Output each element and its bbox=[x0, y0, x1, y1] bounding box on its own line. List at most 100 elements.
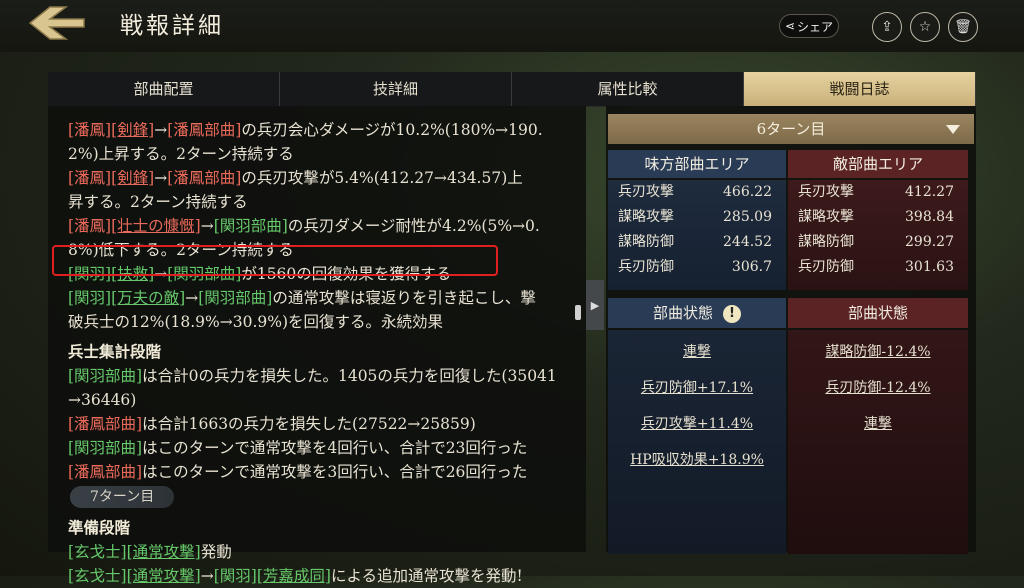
tab-battle-log[interactable]: 戦闘日誌 bbox=[744, 72, 976, 106]
stat-name: 兵刃防御 bbox=[618, 259, 674, 275]
log-text: →36446) bbox=[68, 391, 137, 409]
stat-value: 412.27 bbox=[905, 184, 954, 200]
log-text: の通常攻撃は寝返りを引き起こし、撃 bbox=[272, 289, 536, 307]
skill-link[interactable]: [万夫の敵] bbox=[111, 289, 185, 307]
trash-icon[interactable]: 🗑 bbox=[948, 12, 978, 42]
share-label: シェア bbox=[797, 19, 834, 34]
stat-value: 244.52 bbox=[723, 234, 772, 250]
stat-value: 466.22 bbox=[723, 184, 772, 200]
log-text: 2%)上昇する。2ターン持続する bbox=[68, 145, 294, 163]
status-effect[interactable]: HP吸収効果+18.9% bbox=[608, 442, 786, 478]
log-line: [関羽][万夫の敵]→[関羽部曲]の通常攻撃は寝返りを引き起こし、撃 bbox=[68, 286, 578, 310]
star-icon[interactable]: ☆ bbox=[910, 12, 940, 42]
stat-name: 謀略防御 bbox=[798, 234, 854, 250]
log-text: はこのターンで通常攻撃を4回行い、合計で23回行った bbox=[142, 439, 528, 457]
info-icon[interactable]: ! bbox=[723, 305, 741, 323]
tab-attribute-compare[interactable]: 属性比較 bbox=[512, 72, 744, 106]
log-line: [潘鳳][剣鋒]→[潘鳳部曲]の兵刃会心ダメージが10.2%(180%→190. bbox=[68, 118, 578, 142]
log-text: [潘鳳部曲] bbox=[167, 169, 242, 187]
tab-bar: 部曲配置 技詳細 属性比較 戦闘日誌 bbox=[48, 72, 976, 107]
enemy-status-list: 謀略防御-12.4% 兵刃防御-12.4% 連撃 bbox=[788, 330, 968, 554]
share-icon: ⋖ bbox=[784, 19, 796, 33]
tab-skill-detail[interactable]: 技詳細 bbox=[280, 72, 512, 106]
log-text: [玄戈士] bbox=[68, 543, 127, 561]
section-heading: 準備段階 bbox=[68, 518, 131, 537]
log-text: は合計0の兵力を損失した。1405の兵力を回復した(35041 bbox=[142, 367, 557, 385]
section-heading: 兵士集計段階 bbox=[68, 342, 162, 361]
log-text: [関羽] bbox=[68, 289, 112, 307]
log-line: →36446) bbox=[68, 388, 578, 412]
stat-row: 兵刃防御 301.63 bbox=[788, 255, 968, 280]
log-line: [潘鳳部曲]はこのターンで通常攻撃を3回行い、合計で26回行った bbox=[68, 460, 578, 484]
battle-log-panel[interactable]: [潘鳳][剣鋒]→[潘鳳部曲]の兵刃会心ダメージが10.2%(180%→190.… bbox=[48, 106, 586, 585]
log-text: による追加通常攻撃を発動! bbox=[330, 567, 523, 585]
top-bar: 戦報詳細 ⋖ シェア ⇪ ☆ 🗑 bbox=[0, 0, 1024, 52]
log-text: → bbox=[200, 567, 214, 585]
stat-value: 301.63 bbox=[905, 259, 954, 275]
log-text: 発動 bbox=[200, 543, 232, 561]
skill-link[interactable]: [通常攻撃] bbox=[127, 567, 201, 585]
log-text: [関羽部曲] bbox=[68, 367, 143, 385]
skill-link[interactable]: [剣鋒] bbox=[111, 121, 154, 139]
turn-dropdown-value: 6ターン目 bbox=[756, 120, 826, 138]
ally-status-header: 部曲状態! bbox=[608, 298, 786, 328]
enemy-area-header: 敵部曲エリア bbox=[788, 150, 968, 178]
log-line: 昇する。2ターン持続する bbox=[68, 190, 578, 214]
battle-log-content: [潘鳳][剣鋒]→[潘鳳部曲]の兵刃会心ダメージが10.2%(180%→190.… bbox=[68, 118, 578, 588]
log-line: [関羽部曲]はこのターンで通常攻撃を4回行い、合計で23回行った bbox=[68, 436, 578, 460]
stat-row: 謀略防御 299.27 bbox=[788, 230, 968, 255]
stat-row: 兵刃攻撃 466.22 bbox=[608, 180, 786, 205]
log-text: [玄戈士] bbox=[68, 567, 127, 585]
stat-name: 兵刃攻撃 bbox=[798, 184, 854, 200]
page-title: 戦報詳細 bbox=[120, 13, 224, 39]
turn-dropdown[interactable]: 6ターン目 bbox=[608, 114, 974, 144]
chevron-down-icon bbox=[946, 125, 960, 134]
log-line: [潘鳳][剣鋒]→[潘鳳部曲]の兵刃攻撃が5.4%(412.27→434.57)… bbox=[68, 166, 578, 190]
stat-row: 兵刃攻撃 412.27 bbox=[788, 180, 968, 205]
log-line: [関羽部曲]は合計0の兵力を損失した。1405の兵力を回復した(35041 bbox=[68, 364, 578, 388]
export-icon[interactable]: ⇪ bbox=[872, 12, 902, 42]
share-button[interactable]: ⋖ シェア bbox=[779, 14, 839, 38]
enemy-status-header: 部曲状態 bbox=[788, 298, 968, 328]
status-effect[interactable]: 連撃 bbox=[788, 406, 968, 442]
log-line: [潘鳳][壮士の慷慨]→[関羽部曲]の兵刃ダメージ耐性が4.2%(5%→0. bbox=[68, 214, 578, 238]
stat-row: 謀略攻撃 398.84 bbox=[788, 205, 968, 230]
status-effect[interactable]: 兵刃攻撃+11.4% bbox=[608, 406, 786, 442]
stat-name: 兵刃防御 bbox=[798, 259, 854, 275]
log-text: 破兵士の12%(18.9%→30.9%)を回復する。永続効果 bbox=[68, 313, 444, 331]
log-line: [玄戈士][通常攻撃]発動 bbox=[68, 540, 578, 564]
stat-row: 謀略攻撃 285.09 bbox=[608, 205, 786, 230]
scrollbar[interactable] bbox=[575, 305, 581, 320]
log-line: 破兵士の12%(18.9%→30.9%)を回復する。永続効果 bbox=[68, 310, 578, 334]
log-line: [潘鳳部曲]は合計1663の兵力を損失した(27522→25859) bbox=[68, 412, 578, 436]
status-effect[interactable]: 連撃 bbox=[608, 334, 786, 370]
log-text: [潘鳳部曲] bbox=[68, 463, 143, 481]
log-text: [関羽部曲] bbox=[198, 289, 273, 307]
log-text: は合計1663の兵力を損失した(27522→25859) bbox=[142, 415, 476, 433]
status-effect[interactable]: 兵刃防御+17.1% bbox=[608, 370, 786, 406]
log-text: → bbox=[154, 169, 168, 187]
stat-name: 謀略防御 bbox=[618, 234, 674, 250]
back-arrow-icon[interactable] bbox=[26, 4, 86, 42]
collapse-arrow-icon[interactable]: ▶ bbox=[586, 280, 604, 330]
log-text: [潘鳳] bbox=[68, 121, 112, 139]
log-line: [玄戈士][通常攻撃]→[関羽][芳嘉成同]による追加通常攻撃を発動! bbox=[68, 564, 578, 588]
ally-area-header: 味方部曲エリア bbox=[608, 150, 786, 178]
skill-link[interactable]: [剣鋒] bbox=[111, 169, 154, 187]
stat-row: 謀略防御 244.52 bbox=[608, 230, 786, 255]
skill-link[interactable]: [壮士の慷慨] bbox=[111, 217, 201, 235]
log-text: → bbox=[185, 289, 199, 307]
log-text: の兵刃ダメージ耐性が4.2%(5%→0. bbox=[287, 217, 540, 235]
tab-unit-layout[interactable]: 部曲配置 bbox=[48, 72, 280, 106]
log-text: はこのターンで通常攻撃を3回行い、合計で26回行った bbox=[142, 463, 528, 481]
log-text: → bbox=[154, 121, 168, 139]
log-text: [関羽] bbox=[213, 567, 257, 585]
ally-status-list: 連撃 兵刃防御+17.1% 兵刃攻撃+11.4% HP吸収効果+18.9% bbox=[608, 330, 786, 554]
log-text: [関羽部曲] bbox=[213, 217, 288, 235]
skill-link[interactable]: [芳嘉成同] bbox=[257, 567, 331, 585]
stat-value: 299.27 bbox=[905, 234, 954, 250]
status-effect[interactable]: 謀略防御-12.4% bbox=[788, 334, 968, 370]
skill-link[interactable]: [通常攻撃] bbox=[127, 543, 201, 561]
highlight-box bbox=[52, 245, 498, 276]
status-effect[interactable]: 兵刃防御-12.4% bbox=[788, 370, 968, 406]
